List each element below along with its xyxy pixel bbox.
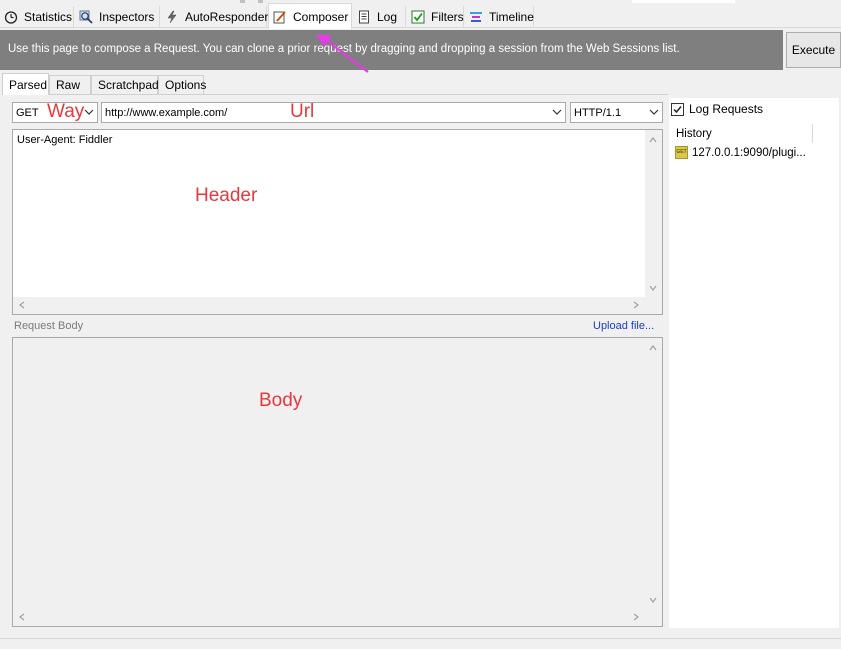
tab-scratchpad[interactable]: Scratchpad: [91, 75, 159, 94]
url-input[interactable]: http://www.example.com/: [101, 102, 566, 123]
info-banner: Use this page to compose a Request. You …: [0, 30, 783, 70]
tab-parsed[interactable]: Parsed: [2, 73, 49, 95]
http-version-value: HTTP/1.1: [574, 106, 622, 119]
chevron-down-icon: [552, 109, 562, 115]
url-value: http://www.example.com/: [105, 106, 228, 119]
tab-label: Inspectors: [99, 9, 155, 24]
get-request-icon: GET: [675, 146, 688, 159]
magnifier-icon: [79, 10, 93, 24]
tab-raw[interactable]: Raw: [49, 75, 91, 94]
request-body-label: Request Body: [14, 320, 84, 332]
status-divider: [0, 638, 841, 639]
tab-timeline[interactable]: Timeline: [465, 6, 534, 27]
history-item-label: 127.0.0.1:9090/plugi...: [692, 146, 806, 159]
vertical-scrollbar[interactable]: [645, 130, 662, 297]
tab-label: Log: [377, 9, 398, 24]
tab-label: Statistics: [24, 9, 73, 24]
scroll-right-icon[interactable]: [631, 612, 641, 622]
scroll-down-icon[interactable]: [648, 595, 658, 605]
arrow-annotation-icon: [316, 34, 369, 73]
checkbox-icon: [411, 10, 425, 24]
tab-label: AutoResponder: [185, 9, 269, 24]
log-requests-toggle[interactable]: Log Requests: [671, 102, 763, 116]
log-requests-label: Log Requests: [689, 102, 764, 116]
chevron-down-icon: [649, 109, 659, 115]
tab-label: Composer: [293, 9, 349, 24]
timeline-icon: [469, 10, 483, 24]
window-fragment: [632, 0, 735, 3]
headers-text: User-Agent: Fiddler: [17, 134, 113, 146]
window-fragment: [240, 0, 245, 3]
scroll-up-icon[interactable]: [648, 343, 658, 353]
stopwatch-icon: [4, 10, 18, 24]
body-textarea[interactable]: Body: [12, 337, 663, 627]
window-fragment: [258, 0, 263, 3]
body-annotation: Body: [259, 390, 303, 411]
history-panel: [669, 98, 839, 628]
scroll-left-icon[interactable]: [17, 612, 27, 622]
method-value: GET: [16, 106, 39, 119]
scroll-corner: [645, 297, 662, 314]
headers-textarea[interactable]: User-Agent: Fiddler Header: [12, 129, 663, 315]
log-requests-checkbox[interactable]: [671, 102, 684, 116]
subtab-divider: [2, 94, 668, 95]
tab-label: Timeline: [489, 9, 534, 24]
lightning-icon: [165, 10, 179, 24]
execute-button[interactable]: Execute: [786, 32, 841, 68]
tab-composer[interactable]: Composer: [268, 3, 352, 29]
horizontal-scrollbar[interactable]: [13, 297, 645, 314]
scroll-left-icon[interactable]: [17, 300, 27, 310]
tab-log[interactable]: Log: [353, 6, 406, 27]
history-column-header[interactable]: History: [673, 124, 813, 143]
pencil-icon: [273, 10, 287, 24]
tab-options[interactable]: Options: [158, 75, 206, 94]
tab-inspectors[interactable]: Inspectors: [75, 6, 160, 27]
scroll-down-icon[interactable]: [648, 283, 658, 293]
tab-autoresponder[interactable]: AutoResponder: [161, 6, 269, 27]
tab-filters[interactable]: Filters: [407, 6, 464, 27]
horizontal-scrollbar[interactable]: [13, 609, 645, 626]
chevron-down-icon: [84, 109, 94, 115]
upload-file-link[interactable]: Upload file...: [593, 320, 654, 332]
vertical-scrollbar[interactable]: [645, 338, 662, 609]
header-annotation: Header: [195, 185, 258, 206]
scroll-right-icon[interactable]: [631, 300, 641, 310]
tab-label: Filters: [431, 9, 464, 24]
scroll-up-icon[interactable]: [648, 135, 658, 145]
http-version-select[interactable]: HTTP/1.1: [570, 102, 663, 123]
document-icon: [357, 10, 371, 24]
url-annotation: Url: [290, 101, 315, 122]
check-icon: [673, 105, 682, 113]
way-annotation: Way: [47, 101, 85, 122]
history-item[interactable]: GET 127.0.0.1:9090/plugi...: [675, 146, 806, 159]
tab-statistics[interactable]: Statistics: [0, 6, 74, 27]
